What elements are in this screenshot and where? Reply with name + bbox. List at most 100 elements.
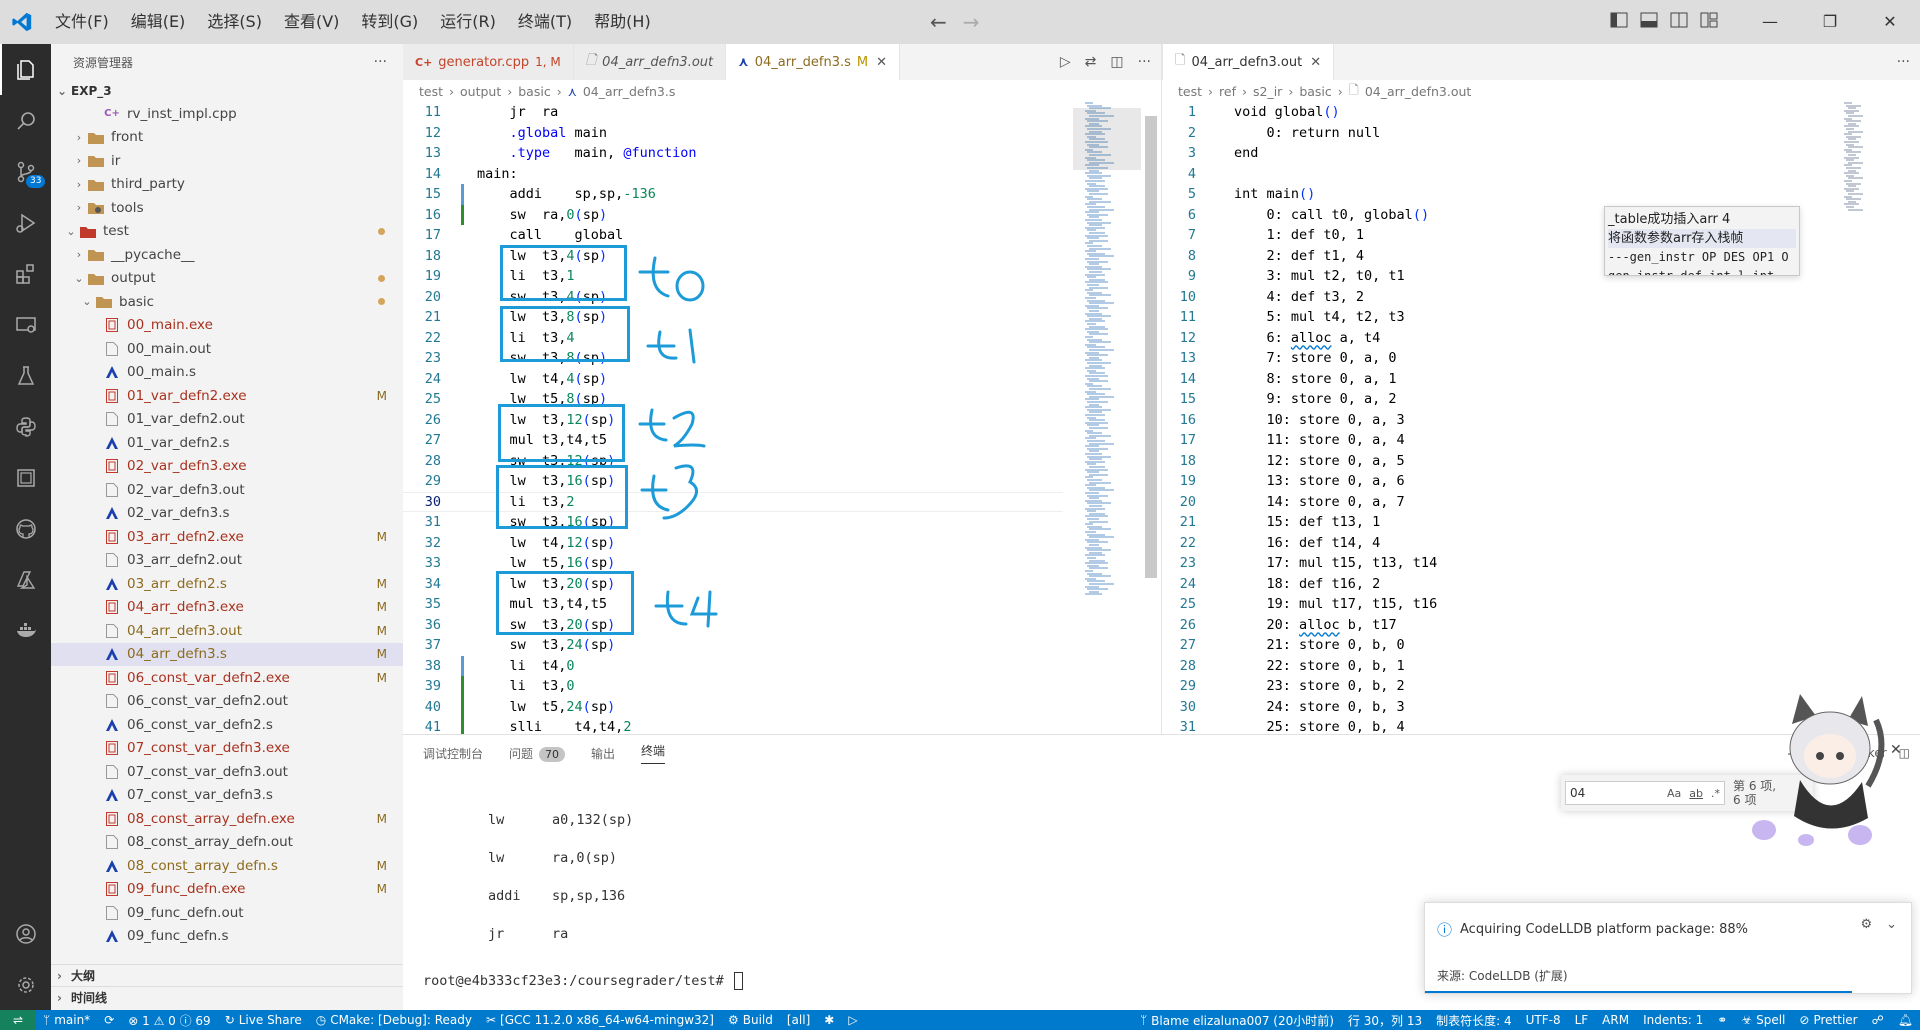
source-control-icon[interactable]: 33 — [0, 146, 51, 197]
tab-arr-defn3-out[interactable]: 🗋 04_arr_defn3.out — [573, 44, 727, 80]
code-line[interactable]: 13 .type main, @function — [403, 143, 1063, 164]
code-line[interactable]: 32 lw t4,12(sp) — [403, 533, 1063, 554]
tree-item[interactable]: 00_main.out — [51, 337, 403, 361]
encoding[interactable]: UTF-8 — [1519, 1013, 1568, 1027]
code-line[interactable]: 28 22: store 0, b, 1 — [1162, 656, 1822, 677]
tab-terminal[interactable]: 终端 — [641, 742, 666, 764]
tree-item[interactable]: 06_const_var_defn2.s — [51, 713, 403, 737]
minimize-icon[interactable]: — — [1740, 0, 1800, 44]
toggle-secondary-sidebar-icon[interactable] — [1670, 12, 1688, 32]
tree-item[interactable]: 09_func_defn.out — [51, 901, 403, 925]
azure-icon[interactable] — [0, 554, 51, 605]
code-line[interactable]: 20 14: store 0, a, 7 — [1162, 492, 1822, 513]
tree-item[interactable]: 04_arr_defn3.exe M — [51, 596, 403, 620]
run-icon[interactable]: ▷ — [841, 1013, 864, 1027]
code-line[interactable]: 30 24: store 0, b, 3 — [1162, 697, 1822, 718]
code-line[interactable]: 40 lw t5,24(sp) — [403, 696, 1063, 717]
code-line[interactable]: 1 void global() — [1162, 102, 1822, 123]
compare-changes-icon[interactable]: ⇄ — [1085, 54, 1097, 70]
github-icon[interactable] — [0, 503, 51, 554]
code-line[interactable]: 38 li t4,0 — [403, 655, 1063, 676]
breadcrumb-item[interactable]: ref — [1219, 84, 1236, 99]
minimap[interactable] — [1073, 102, 1157, 734]
tree-item[interactable]: 08_const_array_defn.exe M — [51, 807, 403, 831]
split-editor-icon[interactable]: ◫ — [1110, 54, 1123, 70]
code-line[interactable]: 21 15: def t13, 1 — [1162, 512, 1822, 533]
notification-settings-icon[interactable]: ⚙ — [1860, 917, 1872, 932]
remote-explorer-icon[interactable] — [0, 299, 51, 350]
code-line[interactable]: 14 8: store 0, a, 1 — [1162, 369, 1822, 390]
code-line[interactable]: 26 20: alloc b, t17 — [1162, 615, 1822, 636]
editor-more-icon[interactable]: ··· — [1897, 54, 1910, 70]
regex-toggle[interactable]: .* — [1711, 787, 1720, 800]
settings-gear-icon[interactable] — [0, 959, 51, 1010]
search-icon[interactable] — [0, 95, 51, 146]
tree-item[interactable]: › __pycache__ — [51, 243, 403, 267]
tree-item[interactable]: 04_arr_defn3.s M — [51, 642, 403, 666]
toggle-panel-icon[interactable] — [1640, 12, 1658, 32]
tree-item[interactable]: 06_const_var_defn2.out — [51, 690, 403, 714]
tab-output[interactable]: 输出 — [591, 745, 615, 762]
breadcrumb-item[interactable]: basic — [518, 84, 550, 99]
terminal-prompt[interactable]: root@e4b333cf23e3:/coursegrader/test# — [423, 972, 743, 990]
tree-item[interactable]: › third_party — [51, 173, 403, 197]
copilot-icon[interactable]: ⚭ — [1710, 1013, 1734, 1027]
code-line[interactable]: 16 10: store 0, a, 3 — [1162, 410, 1822, 431]
code-line[interactable]: 14 main: — [403, 164, 1063, 185]
tree-item[interactable]: 01_var_defn2.exe M — [51, 384, 403, 408]
code-line[interactable]: 16 sw ra,0(sp) — [403, 204, 1063, 225]
workspace-root[interactable]: ⌄ EXP_3 — [51, 80, 403, 102]
tree-item[interactable]: 09_func_defn.exe M — [51, 878, 403, 902]
code-line[interactable]: 12 6: alloc a, t4 — [1162, 328, 1822, 349]
extensions-icon[interactable] — [0, 248, 51, 299]
tree-item[interactable]: 02_var_defn3.out — [51, 478, 403, 502]
tree-item[interactable]: 09_func_defn.s — [51, 925, 403, 949]
toggle-sidebar-icon[interactable] — [1610, 12, 1628, 32]
code-line[interactable]: 19 13: store 0, a, 6 — [1162, 471, 1822, 492]
code-line[interactable]: 24 18: def t16, 2 — [1162, 574, 1822, 595]
build-target[interactable]: [all] — [780, 1013, 817, 1027]
tree-item[interactable]: 01_var_defn2.out — [51, 408, 403, 432]
match-word-toggle[interactable]: ab — [1689, 787, 1703, 800]
liveshare-status[interactable]: ↻ Live Share — [218, 1013, 309, 1027]
code-line[interactable]: 39 li t3,0 — [403, 676, 1063, 697]
spell-check[interactable]: ☣ Spell — [1734, 1013, 1792, 1027]
customize-layout-icon[interactable] — [1700, 12, 1718, 32]
breadcrumb-item[interactable]: basic — [1299, 84, 1331, 99]
tree-item[interactable]: 03_arr_defn2.exe M — [51, 525, 403, 549]
tree-item[interactable]: ⌄ output — [51, 267, 403, 291]
code-line[interactable]: 18 12: store 0, a, 5 — [1162, 451, 1822, 472]
menu-run[interactable]: 运行(R) — [429, 0, 507, 44]
language-mode[interactable]: ARM — [1595, 1013, 1636, 1027]
tree-item[interactable]: › front — [51, 126, 403, 150]
menu-view[interactable]: 查看(V) — [273, 0, 350, 44]
build-button[interactable]: ⚙ Build — [721, 1013, 780, 1027]
code-line[interactable]: 3 end — [1162, 143, 1822, 164]
tab-arr-defn3-out-ref[interactable]: 🗋 04_arr_defn3.out ✕ — [1162, 44, 1335, 80]
breadcrumb-item[interactable]: 04_arr_defn3.s — [583, 84, 676, 99]
close-window-icon[interactable]: ✕ — [1860, 0, 1920, 44]
tree-item[interactable]: 00_main.s — [51, 361, 403, 385]
tree-item[interactable]: 08_const_array_defn.s M — [51, 854, 403, 878]
match-case-toggle[interactable]: Aa — [1667, 787, 1681, 800]
cmake-kit[interactable]: ✂ [GCC 11.2.0 x86_64-w64-mingw32] — [479, 1013, 721, 1027]
tree-item[interactable]: ⌄ test — [51, 220, 403, 244]
code-line[interactable]: 17 call global — [403, 225, 1063, 246]
feedback-icon[interactable]: ☍ — [1865, 1013, 1891, 1027]
breadcrumb-item[interactable]: s2_ir — [1253, 84, 1282, 99]
end-of-line[interactable]: LF — [1568, 1013, 1596, 1027]
tree-item[interactable]: 01_var_defn2.s — [51, 431, 403, 455]
debug-icon[interactable]: ✱ — [817, 1013, 841, 1027]
tree-item[interactable]: ⌄ basic — [51, 290, 403, 314]
run-file-icon[interactable]: ▷ — [1060, 54, 1071, 70]
testing-icon[interactable] — [0, 350, 51, 401]
indents[interactable]: Indents: 1 — [1636, 1013, 1710, 1027]
editor-more-icon[interactable]: ··· — [1138, 54, 1151, 70]
notifications-bell-icon[interactable]: 🔔︎ — [1891, 1013, 1920, 1027]
code-line[interactable]: 17 11: store 0, a, 4 — [1162, 430, 1822, 451]
tab-debug-console[interactable]: 调试控制台 — [423, 745, 483, 762]
code-line[interactable]: 4 — [1162, 164, 1822, 185]
code-line[interactable]: 11 jr ra — [403, 102, 1063, 123]
tree-item[interactable]: 00_main.exe — [51, 314, 403, 338]
code-line[interactable]: 24 lw t4,4(sp) — [403, 369, 1063, 390]
